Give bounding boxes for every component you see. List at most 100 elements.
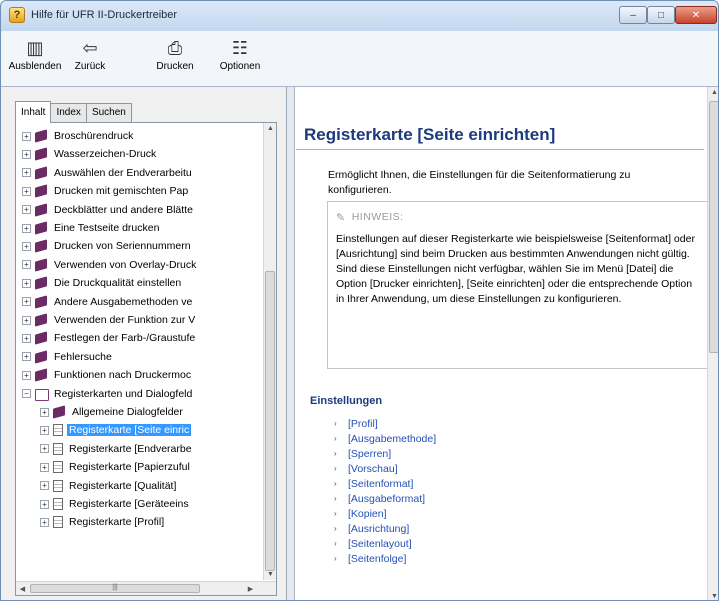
expand-icon[interactable]: +	[22, 315, 31, 325]
scroll-right-icon[interactable]: ▶	[244, 585, 257, 593]
tree-item-label: Drucken von Seriennummern	[54, 240, 191, 253]
tree-horizontal-scroll-thumb[interactable]: |||	[30, 584, 200, 593]
tab-inhalt[interactable]: Inhalt	[15, 101, 52, 123]
maximize-button[interactable]: □	[647, 6, 675, 24]
tree-item-folder[interactable]: + Drucken von Seriennummern	[22, 238, 193, 254]
tree-item-topic[interactable]: + Registerkarte [Geräteeins	[40, 496, 191, 512]
topic-vertical-scroll-thumb[interactable]	[709, 101, 718, 353]
topic-vertical-scrollbar[interactable]: ▲ ▼	[707, 87, 718, 600]
settings-link[interactable]: › [Kopien]	[334, 506, 634, 521]
settings-link-label: [Vorschau]	[348, 462, 398, 475]
expand-icon[interactable]: +	[40, 407, 49, 417]
book-icon	[35, 314, 48, 326]
tree-item-folder[interactable]: + Eine Testseite drucken	[22, 220, 161, 236]
tree-item-folder[interactable]: + Festlegen der Farb-/Graustufe	[22, 330, 197, 346]
book-icon	[35, 204, 48, 216]
note-box: ✎ HINWEIS: Einstellungen auf dieser Regi…	[327, 201, 709, 369]
tree-item-folder[interactable]: + Funktionen nach Druckermoc	[22, 367, 193, 383]
tree-item-topic[interactable]: + Registerkarte [Seite einric	[40, 422, 192, 438]
tree-item-folder[interactable]: + Drucken mit gemischten Pap	[22, 183, 190, 199]
settings-link-label: [Profil]	[348, 417, 378, 430]
print-button[interactable]: ⎙ Drucken	[151, 35, 199, 72]
tree-item-folder[interactable]: + Verwenden der Funktion zur V	[22, 312, 197, 328]
settings-link[interactable]: › [Seitenfolge]	[334, 551, 634, 566]
tree-vertical-scrollbar[interactable]: ▲ ▼	[263, 123, 276, 580]
scroll-down-icon[interactable]: ▼	[264, 571, 277, 578]
topic-scroll-down-icon[interactable]: ▼	[708, 593, 718, 600]
tab-suchen[interactable]: Suchen	[85, 103, 132, 123]
tree-vertical-scroll-thumb[interactable]	[265, 271, 275, 571]
expand-icon[interactable]: +	[22, 370, 31, 380]
tree-item-label: Andere Ausgabemethoden ve	[54, 295, 193, 308]
expand-icon[interactable]: +	[40, 499, 49, 509]
settings-link[interactable]: › [Ausrichtung]	[334, 521, 634, 536]
tree-horizontal-scrollbar[interactable]: ◀ ||| ▶	[16, 581, 276, 595]
page-icon	[53, 424, 63, 437]
expand-icon[interactable]: +	[22, 131, 31, 141]
settings-link[interactable]: › [Ausgabemethode]	[334, 431, 634, 446]
scroll-left-icon[interactable]: ◀	[16, 585, 29, 593]
expand-icon[interactable]: +	[22, 168, 31, 178]
settings-link[interactable]: › [Seitenlayout]	[334, 536, 634, 551]
settings-link-label: [Ausgabemethode]	[348, 432, 437, 445]
tree-item-folder[interactable]: + Fehlersuche	[22, 349, 114, 365]
expand-icon[interactable]: +	[22, 186, 31, 196]
book-icon	[35, 240, 48, 252]
expand-icon[interactable]: +	[40, 444, 49, 454]
scroll-up-icon[interactable]: ▲	[264, 125, 277, 132]
page-icon	[53, 442, 63, 455]
settings-link[interactable]: › [Ausgabeformat]	[334, 491, 634, 506]
tree-item-folder[interactable]: + Broschürendruck	[22, 128, 135, 144]
title-bar[interactable]: ? Hilfe für UFR II-Druckertreiber – □ ✕	[1, 1, 718, 31]
back-button[interactable]: ⇦ Zurück	[70, 35, 110, 72]
contents-tree: + Broschürendruck + Wasserzeichen-Druck + Aus…	[16, 123, 264, 580]
expand-icon[interactable]: +	[22, 352, 31, 362]
expand-icon[interactable]: +	[22, 205, 31, 215]
close-button[interactable]: ✕	[675, 6, 717, 24]
settings-link[interactable]: › [Seitenformat]	[334, 476, 634, 491]
tree-item-folder[interactable]: + Verwenden von Overlay-Druck	[22, 257, 198, 273]
tree-item-folder[interactable]: − Registerkarten und Dialogfeld	[22, 386, 194, 402]
hide-button[interactable]: ▥ Ausblenden	[5, 35, 65, 72]
tree-item-folder[interactable]: + Die Druckqualität einstellen	[22, 275, 183, 291]
settings-link[interactable]: › [Sperren]	[334, 446, 634, 461]
expand-icon[interactable]: +	[22, 241, 31, 251]
expand-icon[interactable]: +	[40, 425, 49, 435]
expand-icon[interactable]: +	[22, 278, 31, 288]
tree-item-label: Allgemeine Dialogfelder	[72, 406, 183, 418]
expand-icon[interactable]: +	[40, 517, 49, 527]
expand-icon[interactable]: +	[22, 260, 31, 270]
topic-scroll-up-icon[interactable]: ▲	[708, 89, 718, 96]
expand-icon[interactable]: +	[22, 297, 31, 307]
tab-index[interactable]: Index	[50, 103, 87, 123]
expand-icon[interactable]: +	[40, 481, 49, 491]
tree-item-folder[interactable]: + Deckblätter und andere Blätte	[22, 202, 195, 218]
collapse-icon[interactable]: −	[22, 389, 31, 399]
page-icon	[53, 461, 63, 474]
tree-item-label: Registerkarte [Papierzuful	[69, 461, 190, 474]
tree-item-topic[interactable]: + Registerkarte [Profil]	[40, 514, 166, 530]
tree-item-folder[interactable]: + Allgemeine Dialogfelder	[40, 404, 185, 420]
page-icon	[53, 498, 63, 510]
settings-link[interactable]: › [Vorschau]	[334, 461, 634, 476]
tree-item-topic[interactable]: + Registerkarte [Endverarbe	[40, 441, 194, 457]
expand-icon[interactable]: +	[40, 462, 49, 472]
settings-link-list: › [Profil] › [Ausgabemethode] › [Sperren] › [Vo…	[334, 416, 634, 566]
chevron-right-icon: ›	[334, 449, 337, 458]
note-heading: HINWEIS:	[351, 211, 404, 223]
topic-title: Registerkarte [Seite einrichten]	[304, 125, 556, 144]
settings-link[interactable]: › [Profil]	[334, 416, 634, 431]
options-button[interactable]: ☷ Optionen	[214, 35, 266, 72]
book-icon	[35, 148, 48, 160]
tree-item-folder[interactable]: + Auswählen der Endverarbeitu	[22, 165, 194, 181]
pane-splitter[interactable]	[287, 87, 295, 600]
expand-icon[interactable]: +	[22, 149, 31, 159]
tree-item-folder[interactable]: + Andere Ausgabemethoden ve	[22, 294, 194, 310]
tree-item-topic[interactable]: + Registerkarte [Qualität]	[40, 478, 178, 494]
expand-icon[interactable]: +	[22, 223, 31, 233]
tree-item-folder[interactable]: + Wasserzeichen-Druck	[22, 146, 158, 162]
tree-item-topic[interactable]: + Registerkarte [Papierzuful	[40, 459, 192, 475]
minimize-button[interactable]: –	[619, 6, 647, 24]
expand-icon[interactable]: +	[22, 333, 31, 343]
tree-item-label: Verwenden von Overlay-Druck	[54, 258, 197, 271]
